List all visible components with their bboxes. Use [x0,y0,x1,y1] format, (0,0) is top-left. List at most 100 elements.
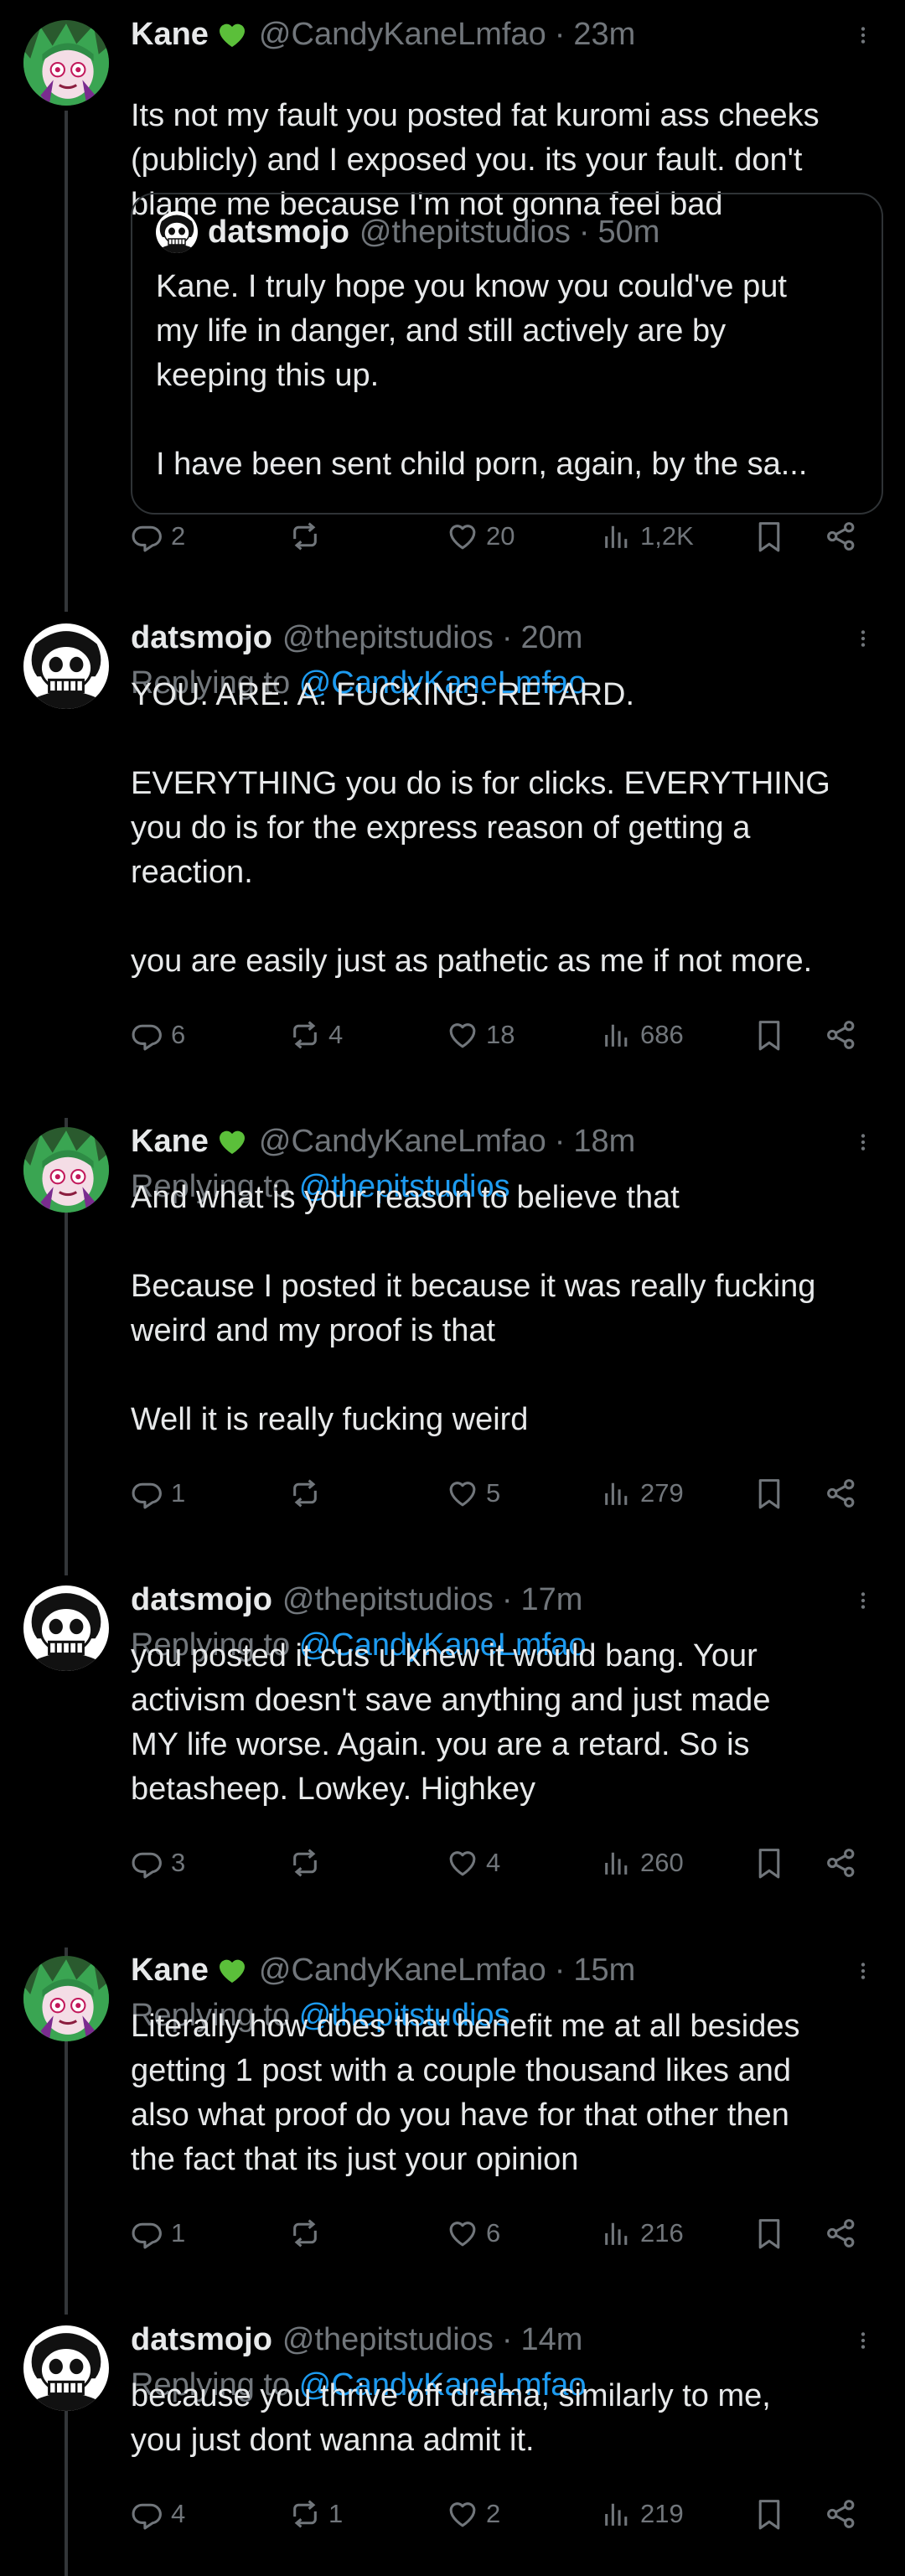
reply-button[interactable]: 6 [131,1014,185,1056]
like-button[interactable]: 5 [446,1472,500,1514]
bookmark-button[interactable] [752,2493,786,2535]
share-button[interactable] [825,515,858,557]
post-text-line: Literally how does that benefit me at al… [131,2009,800,2044]
bookmark-icon [752,2216,786,2250]
views-count: 260 [640,1848,684,1877]
post-timestamp[interactable]: 14m [521,2322,583,2358]
repost-button[interactable]: 4 [288,1014,343,1056]
avatar[interactable] [23,20,109,106]
post-timestamp[interactable]: 17m [521,1582,583,1618]
like-button[interactable]: 6 [446,2212,500,2254]
reply-icon [131,1477,164,1510]
post-timestamp[interactable]: 23m [573,17,635,53]
repost-button[interactable] [288,2212,328,2254]
quoted-post[interactable]: datsmojo @thepitstudios · 50m Kane. I truly … [131,193,883,515]
views-button[interactable]: 686 [600,1014,684,1056]
share-button[interactable] [825,1472,858,1514]
author-handle[interactable]: @CandyKaneLmfao [259,17,546,53]
post-text-line: you are easily just as pathetic as me if… [131,944,813,979]
share-button[interactable] [825,1014,858,1056]
post-header: datsmojo @thepitstudios · 17m [131,1580,905,1619]
heart-icon [446,1018,479,1052]
post-text-line: because you thrive off drama, similarly … [131,2378,771,2413]
share-button[interactable] [825,1842,858,1884]
green-heart-icon [215,1953,249,1987]
reply-icon [131,1018,164,1052]
repost-button[interactable] [288,1472,328,1514]
author-handle[interactable]: @thepitstudios [282,2322,494,2358]
bookmark-button[interactable] [752,515,786,557]
views-button[interactable]: 216 [600,2212,684,2254]
post-text-line: you posted it cus u knew it would bang. … [131,1638,758,1673]
more-options-icon[interactable] [846,622,880,655]
post-text-line: weird and my proof is that [131,1313,496,1348]
author-name[interactable]: datsmojo [131,1582,272,1618]
repost-button[interactable] [288,1842,328,1884]
reply-icon [131,520,164,553]
repost-button[interactable]: 1 [288,2493,343,2535]
reply-button[interactable]: 1 [131,2212,185,2254]
author-handle[interactable]: @CandyKaneLmfao [259,1953,546,1989]
post-text-line: also what proof do you have for that oth… [131,2098,789,2133]
more-options-icon[interactable] [846,1584,880,1617]
reply-button[interactable]: 2 [131,515,185,557]
post-actions: 6 4 18 686 [131,1014,868,1056]
like-button[interactable]: 20 [446,515,515,557]
avatar[interactable] [23,1585,109,1671]
repost-icon [288,2497,322,2531]
author-handle[interactable]: @thepitstudios [282,620,494,656]
reply-button[interactable]: 4 [131,2493,185,2535]
more-options-icon[interactable] [846,18,880,52]
thread-connector-line [65,2402,68,2576]
bookmark-icon [752,1846,786,1880]
more-options-icon[interactable] [846,1954,880,1988]
bookmark-button[interactable] [752,1014,786,1056]
author-name[interactable]: Kane [131,17,209,53]
thread-connector-line [65,111,68,612]
share-button[interactable] [825,2493,858,2535]
author-name[interactable]: datsmojo [131,620,272,656]
repost-button[interactable] [288,515,328,557]
heart-icon [446,1477,479,1510]
post-timestamp[interactable]: 20m [521,620,583,656]
views-chart-icon [600,1477,634,1510]
author-handle[interactable]: @thepitstudios [282,1582,494,1618]
bookmark-button[interactable] [752,1472,786,1514]
author-name[interactable]: Kane [131,1124,209,1160]
post-text-line: getting 1 post with a couple thousand li… [131,2053,791,2088]
avatar[interactable] [23,1127,109,1213]
more-options-icon[interactable] [846,2324,880,2357]
post-header: Kane @CandyKaneLmfao · 23m [131,15,905,54]
views-count: 219 [640,2499,684,2528]
repost-icon [288,1018,322,1052]
author-name[interactable]: datsmojo [131,2322,272,2358]
quoted-author-name: datsmojo [208,214,349,250]
share-icon [825,2497,858,2531]
reply-button[interactable]: 3 [131,1842,185,1884]
author-name[interactable]: Kane [131,1953,209,1989]
like-button[interactable]: 2 [446,2493,500,2535]
avatar[interactable] [23,1956,109,2041]
post-header: datsmojo @thepitstudios · 14m [131,2320,905,2359]
views-count: 1,2K [640,521,694,551]
views-button[interactable]: 279 [600,1472,684,1514]
reply-count: 4 [171,2499,186,2528]
like-button[interactable]: 18 [446,1014,515,1056]
views-button[interactable]: 1,2K [600,515,694,557]
like-button[interactable]: 4 [446,1842,500,1884]
bookmark-button[interactable] [752,1842,786,1884]
quoted-post-header: datsmojo @thepitstudios · 50m [156,211,659,253]
views-button[interactable]: 219 [600,2493,684,2535]
reply-button[interactable]: 1 [131,1472,185,1514]
views-button[interactable]: 260 [600,1842,684,1884]
post-timestamp[interactable]: 18m [573,1124,635,1160]
more-options-icon[interactable] [846,1125,880,1159]
avatar[interactable] [23,623,109,709]
bookmark-button[interactable] [752,2212,786,2254]
views-count: 216 [640,2218,684,2248]
post-actions: 4 1 2 219 [131,2493,868,2535]
post-timestamp[interactable]: 15m [573,1953,635,1989]
author-handle[interactable]: @CandyKaneLmfao [259,1124,546,1160]
share-button[interactable] [825,2212,858,2254]
avatar[interactable] [23,2325,109,2411]
